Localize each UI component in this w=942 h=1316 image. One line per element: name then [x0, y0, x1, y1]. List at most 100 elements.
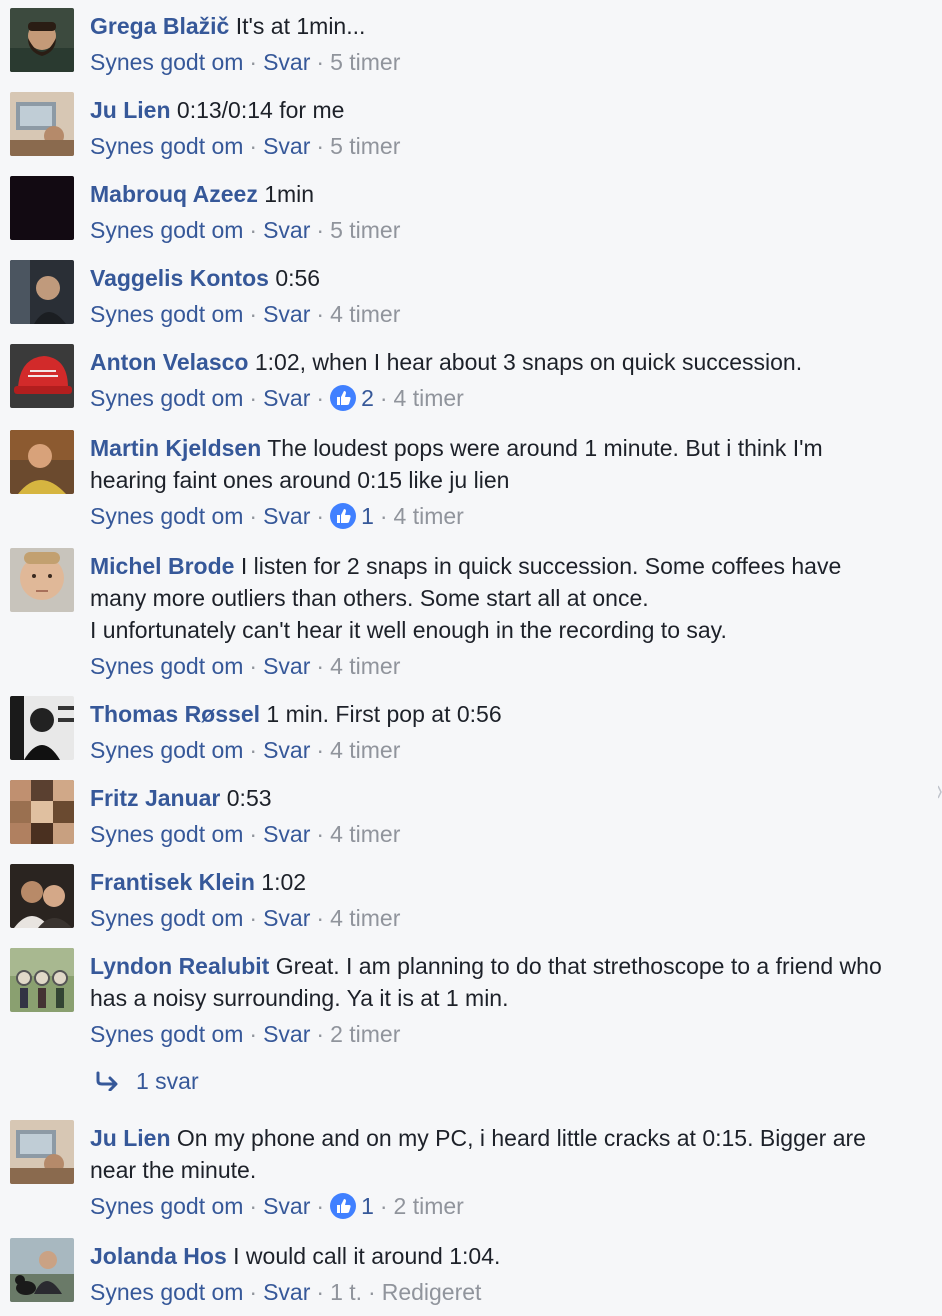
- avatar[interactable]: [10, 1238, 74, 1302]
- comment-author[interactable]: Anton Velasco: [90, 349, 248, 375]
- comment-list: Grega Blažič It's at 1min... Synes godt …: [0, 0, 942, 1316]
- separator: ·: [249, 133, 258, 159]
- comment-timestamp[interactable]: 1 t.: [330, 1279, 362, 1305]
- reply-link[interactable]: Svar: [263, 737, 310, 763]
- separator: ·: [316, 133, 325, 159]
- avatar[interactable]: [10, 864, 74, 928]
- comment-timestamp[interactable]: 4 timer: [330, 653, 400, 679]
- comment-text: It's at 1min...: [235, 13, 366, 39]
- separator: ·: [249, 503, 258, 529]
- comment-text: 0:56: [275, 265, 321, 291]
- reply-link[interactable]: Svar: [263, 1193, 310, 1219]
- like-reaction-icon[interactable]: [330, 384, 357, 411]
- comment-actions: Synes godt om · Svar · 4 timer: [90, 646, 922, 686]
- separator: ·: [316, 301, 325, 327]
- avatar[interactable]: [10, 1120, 74, 1184]
- reaction-count[interactable]: 1: [361, 503, 374, 529]
- like-link[interactable]: Synes godt om: [90, 737, 243, 763]
- comment-timestamp[interactable]: 5 timer: [330, 217, 400, 243]
- reply-link[interactable]: Svar: [263, 217, 310, 243]
- reply-link[interactable]: Svar: [263, 905, 310, 931]
- like-reaction-icon[interactable]: [330, 1192, 357, 1219]
- comment-timestamp[interactable]: 5 timer: [330, 133, 400, 159]
- comment-timestamp[interactable]: 4 timer: [330, 301, 400, 327]
- view-replies-link[interactable]: 1 svar: [90, 1066, 199, 1096]
- comment-text: I would call it around 1:04.: [233, 1243, 501, 1269]
- reply-link[interactable]: Svar: [263, 133, 310, 159]
- edited-label[interactable]: Redigeret: [382, 1279, 482, 1305]
- like-link[interactable]: Synes godt om: [90, 821, 243, 847]
- separator: ·: [316, 49, 325, 75]
- comment-author[interactable]: Ju Lien: [90, 97, 171, 123]
- avatar[interactable]: [10, 780, 74, 844]
- like-link[interactable]: Synes godt om: [90, 133, 243, 159]
- comment-timestamp[interactable]: 5 timer: [330, 49, 400, 75]
- comment-actions: Synes godt om · Svar · 1 · 2 timer: [90, 1186, 922, 1226]
- separator: ·: [249, 905, 258, 931]
- avatar[interactable]: [10, 176, 74, 240]
- separator: ·: [316, 821, 325, 847]
- avatar[interactable]: [10, 344, 74, 408]
- like-link[interactable]: Synes godt om: [90, 905, 243, 931]
- reaction-count[interactable]: 2: [361, 385, 374, 411]
- separator: ·: [379, 503, 388, 529]
- avatar[interactable]: [10, 8, 74, 72]
- comment-author[interactable]: Grega Blažič: [90, 13, 229, 39]
- like-link[interactable]: Synes godt om: [90, 301, 243, 327]
- comment-author[interactable]: Thomas Røssel: [90, 701, 260, 727]
- reply-link[interactable]: Svar: [263, 385, 310, 411]
- avatar[interactable]: [10, 430, 74, 494]
- comment-author[interactable]: Vaggelis Kontos: [90, 265, 269, 291]
- comment-timestamp[interactable]: 4 timer: [330, 905, 400, 931]
- reply-link[interactable]: Svar: [263, 1279, 310, 1305]
- comment-author[interactable]: Martin Kjeldsen: [90, 435, 261, 461]
- comment-timestamp[interactable]: 4 timer: [330, 737, 400, 763]
- comment-author[interactable]: Michel Brode: [90, 553, 234, 579]
- separator: ·: [316, 217, 325, 243]
- like-link[interactable]: Synes godt om: [90, 385, 243, 411]
- comment-text: I unfortunately can't hear it well enoug…: [90, 617, 727, 643]
- separator: ·: [316, 653, 325, 679]
- comment-author[interactable]: Lyndon Realubit: [90, 953, 269, 979]
- reply-link[interactable]: Svar: [263, 49, 310, 75]
- like-link[interactable]: Synes godt om: [90, 1193, 243, 1219]
- reply-link[interactable]: Svar: [263, 821, 310, 847]
- avatar[interactable]: [10, 548, 74, 612]
- avatar[interactable]: [10, 260, 74, 324]
- comment-actions: Synes godt om · Svar · 5 timer: [90, 210, 922, 250]
- replies-count[interactable]: 1 svar: [136, 1068, 199, 1094]
- reply-link[interactable]: Svar: [263, 1021, 310, 1047]
- like-link[interactable]: Synes godt om: [90, 217, 243, 243]
- comment-text: has a noisy surrounding. Ya it is at 1 m…: [90, 985, 509, 1011]
- comment-timestamp[interactable]: 4 timer: [394, 385, 464, 411]
- reply-link[interactable]: Svar: [263, 301, 310, 327]
- comment-timestamp[interactable]: 2 timer: [330, 1021, 400, 1047]
- avatar[interactable]: [10, 696, 74, 760]
- comment-timestamp[interactable]: 2 timer: [394, 1193, 464, 1219]
- comment-author[interactable]: Mabrouq Azeez: [90, 181, 258, 207]
- comment-author[interactable]: Jolanda Hos: [90, 1243, 227, 1269]
- like-link[interactable]: Synes godt om: [90, 1021, 243, 1047]
- reply-link[interactable]: Svar: [263, 503, 310, 529]
- comment-author[interactable]: Frantisek Klein: [90, 869, 255, 895]
- comment-actions: Synes godt om · Svar · 2 · 4 timer: [90, 378, 922, 418]
- comment-text: I listen for 2 snaps in quick succession…: [240, 553, 842, 579]
- separator: ·: [368, 1279, 376, 1305]
- like-link[interactable]: Synes godt om: [90, 503, 243, 529]
- comment-author[interactable]: Fritz Januar: [90, 785, 220, 811]
- like-link[interactable]: Synes godt om: [90, 1279, 243, 1305]
- comment-author[interactable]: Ju Lien: [90, 1125, 171, 1151]
- reply-link[interactable]: Svar: [263, 653, 310, 679]
- separator: ·: [249, 737, 258, 763]
- avatar[interactable]: [10, 948, 74, 1012]
- comment-timestamp[interactable]: 4 timer: [394, 503, 464, 529]
- comment-text: 1 min. First pop at 0:56: [266, 701, 502, 727]
- avatar[interactable]: [10, 92, 74, 156]
- like-link[interactable]: Synes godt om: [90, 49, 243, 75]
- like-link[interactable]: Synes godt om: [90, 653, 243, 679]
- separator: ·: [379, 385, 388, 411]
- reaction-count[interactable]: 1: [361, 1193, 374, 1219]
- separator: ·: [249, 1193, 258, 1219]
- comment-timestamp[interactable]: 4 timer: [330, 821, 400, 847]
- like-reaction-icon[interactable]: [330, 502, 357, 529]
